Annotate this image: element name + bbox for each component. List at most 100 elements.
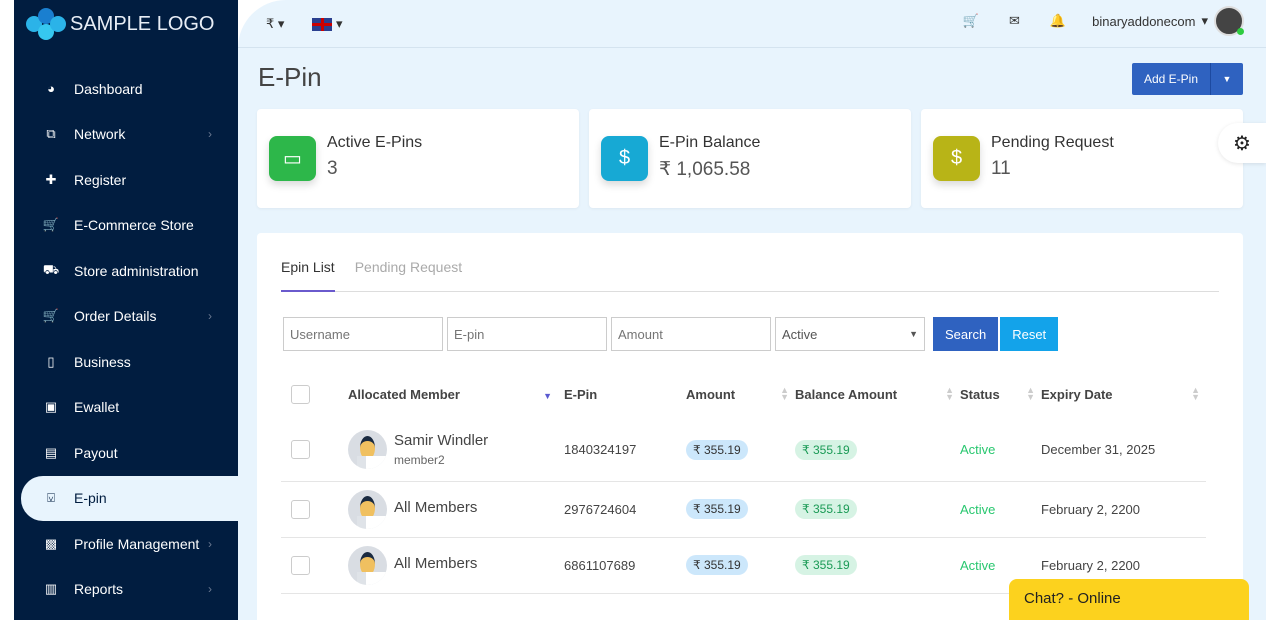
briefcase-icon: ▣ <box>44 399 58 415</box>
sidebar-item-network[interactable]: ⧉ Network › <box>14 112 238 158</box>
tablet-icon: ▯ <box>47 353 55 369</box>
user-plus-icon: ✚ <box>45 171 57 187</box>
sidebar-item-e-commerce-store[interactable]: 🛒 E-Commerce Store <box>14 203 238 249</box>
col-amount[interactable]: Amount ▲ ▼ <box>686 369 795 419</box>
sidebar-item-label: Payout <box>74 444 118 461</box>
expiry-cell: February 2, 2200 <box>1041 481 1206 538</box>
balance-badge: ₹ 355.19 <box>795 439 857 460</box>
avatar <box>348 430 387 470</box>
row-checkbox[interactable] <box>291 440 310 460</box>
card-icon: $ <box>601 136 648 181</box>
col-expiry-date[interactable]: Expiry Date ▲ ▼ <box>1041 369 1206 419</box>
card-value: ₹ 1,065.58 <box>659 159 751 180</box>
col-balance-amount[interactable]: Balance Amount ▲ ▼ <box>795 369 960 419</box>
card-title: Active E-Pins <box>327 134 423 151</box>
select-all-checkbox[interactable] <box>291 384 310 404</box>
sidebar-item-business[interactable]: ▯ Business <box>14 339 238 385</box>
member-name: All Members <box>394 498 478 516</box>
sidebar-item-order-details[interactable]: 🛒 Order Details › <box>14 294 238 340</box>
row-checkbox[interactable] <box>291 555 310 575</box>
stat-card: $ E-Pin Balance ₹ 1,065.58 <box>589 109 911 208</box>
table-row[interactable]: Samir Windler member2 1840324197 ₹ 355.19… <box>281 419 1206 482</box>
expiry-cell: December 31, 2025 <box>1041 419 1206 482</box>
sidebar-item-profile-management[interactable]: ▩ Profile Management › <box>14 521 238 567</box>
cart-icon[interactable]: 🛒 <box>963 13 979 29</box>
sidebar-item-register[interactable]: ✚ Register <box>14 157 238 203</box>
col-status[interactable]: Status ▲ ▼ <box>960 369 1041 419</box>
tab-pending-request[interactable]: Pending Request <box>355 259 462 292</box>
sidebar-item-reports[interactable]: ▥ Reports › <box>14 567 238 613</box>
status-cell: Active <box>960 481 1041 538</box>
settings-gear-icon[interactable]: ⚙ <box>1218 123 1266 163</box>
card-title: Pending Request <box>991 134 1114 151</box>
sidebar-item-dashboard[interactable]: ◕ Dashboard <box>14 66 238 112</box>
sidebar-item-label: Network <box>74 126 126 143</box>
row-checkbox[interactable] <box>291 499 310 519</box>
stat-card: ▭ Active E-Pins 3 <box>257 109 579 208</box>
bell-icon[interactable]: 🔔 <box>1050 13 1066 29</box>
sidebar-item-label: E-Commerce Store <box>74 217 194 234</box>
epin-cell: 1840324197 <box>564 419 686 482</box>
epin-cell: 2976724604 <box>564 481 686 538</box>
epin-cell: 6861107689 <box>564 537 686 594</box>
main: ₹ ▾ ▾ 🛒 ✉ 🔔 binaryaddonecom ▾ E-Pin Add … <box>238 0 1266 633</box>
logo-icon <box>26 8 66 40</box>
reset-button[interactable]: Reset <box>1000 317 1059 351</box>
chevron-right-icon: › <box>208 582 212 597</box>
col-epin[interactable]: E-Pin <box>564 369 686 419</box>
chat-widget[interactable]: Chat? - Online <box>1009 579 1249 620</box>
cart-icon: 🛒 <box>42 308 60 324</box>
logo[interactable]: SAMPLE LOGO <box>26 8 215 40</box>
sidebar-item-label: Business <box>74 353 131 370</box>
uk-flag-icon <box>312 17 333 31</box>
balance-badge: ₹ 355.19 <box>795 555 857 575</box>
tab-epin-list[interactable]: Epin List <box>281 259 335 292</box>
chevron-right-icon: › <box>208 536 212 551</box>
money-icon: ▤ <box>44 444 58 460</box>
sidebar-item-payout[interactable]: ▤ Payout <box>14 430 238 476</box>
member-name: Samir Windler <box>394 432 489 450</box>
sidebar-nav: ◕ Dashboard ⧉ Network › ✚ Register 🛒 E-Commerce … <box>14 66 238 612</box>
chevron-right-icon: › <box>208 127 212 142</box>
id-card-icon: ▩ <box>44 535 58 551</box>
member-name: All Members <box>394 554 478 572</box>
sidebar-item-label: Ewallet <box>74 399 120 416</box>
sidebar-item-store-administration[interactable]: ⛟ Store administration <box>14 248 238 294</box>
status-cell: Active <box>960 419 1041 482</box>
balance-badge: ₹ 355.19 <box>795 499 857 519</box>
username-input[interactable] <box>283 317 443 351</box>
sidebar-item-label: Register <box>74 171 127 188</box>
epin-input[interactable] <box>447 317 607 351</box>
bar-chart-icon: ▥ <box>44 581 58 597</box>
epin-panel: Epin List Pending Request Active▼ Search… <box>257 233 1243 633</box>
avatar <box>1214 6 1244 36</box>
mail-icon[interactable]: ✉ <box>1009 13 1020 29</box>
logo-text: SAMPLE LOGO <box>70 12 215 35</box>
caret-down-icon[interactable]: ▼ <box>1210 63 1243 95</box>
currency-dropdown[interactable]: ₹ ▾ <box>266 16 284 32</box>
cart-outline-icon: ⛟ <box>42 261 60 277</box>
add-epin-button[interactable]: Add E-Pin ▼ <box>1131 63 1243 95</box>
language-dropdown[interactable]: ▾ <box>312 16 343 32</box>
sidebar-item-label: Dashboard <box>74 80 143 97</box>
sidebar-item-ewallet[interactable]: ▣ Ewallet <box>14 385 238 431</box>
chevron-right-icon: › <box>208 309 212 324</box>
table-row[interactable]: All Members 2976724604 ₹ 355.19 ₹ 355.19… <box>281 481 1206 538</box>
col-allocated-member[interactable]: Allocated Member ▼ <box>348 369 564 419</box>
sidebar-item-label: Reports <box>74 581 124 598</box>
avatar <box>348 545 387 585</box>
avatar <box>348 489 387 529</box>
amount-input[interactable] <box>611 317 771 351</box>
epin-table: Allocated Member ▼ E-Pin Amount ▲ ▼ Balance… <box>281 369 1206 594</box>
status-select[interactable]: Active ▼ <box>775 317 925 351</box>
member-username: member2 <box>394 453 445 468</box>
sitemap-icon: ⧉ <box>46 126 56 142</box>
card-title: E-Pin Balance <box>659 134 761 151</box>
search-button[interactable]: Search <box>933 317 999 351</box>
tachometer-icon: ◕ <box>47 81 55 97</box>
sidebar-item-e-pin[interactable]: ⍌ E-pin <box>21 475 238 521</box>
stat-card: $ Pending Request 11 <box>921 109 1243 208</box>
card-value: 11 <box>991 158 1011 179</box>
bookmark-icon: ⍌ <box>47 490 55 506</box>
user-menu[interactable]: binaryaddonecom ▾ <box>1092 6 1244 36</box>
